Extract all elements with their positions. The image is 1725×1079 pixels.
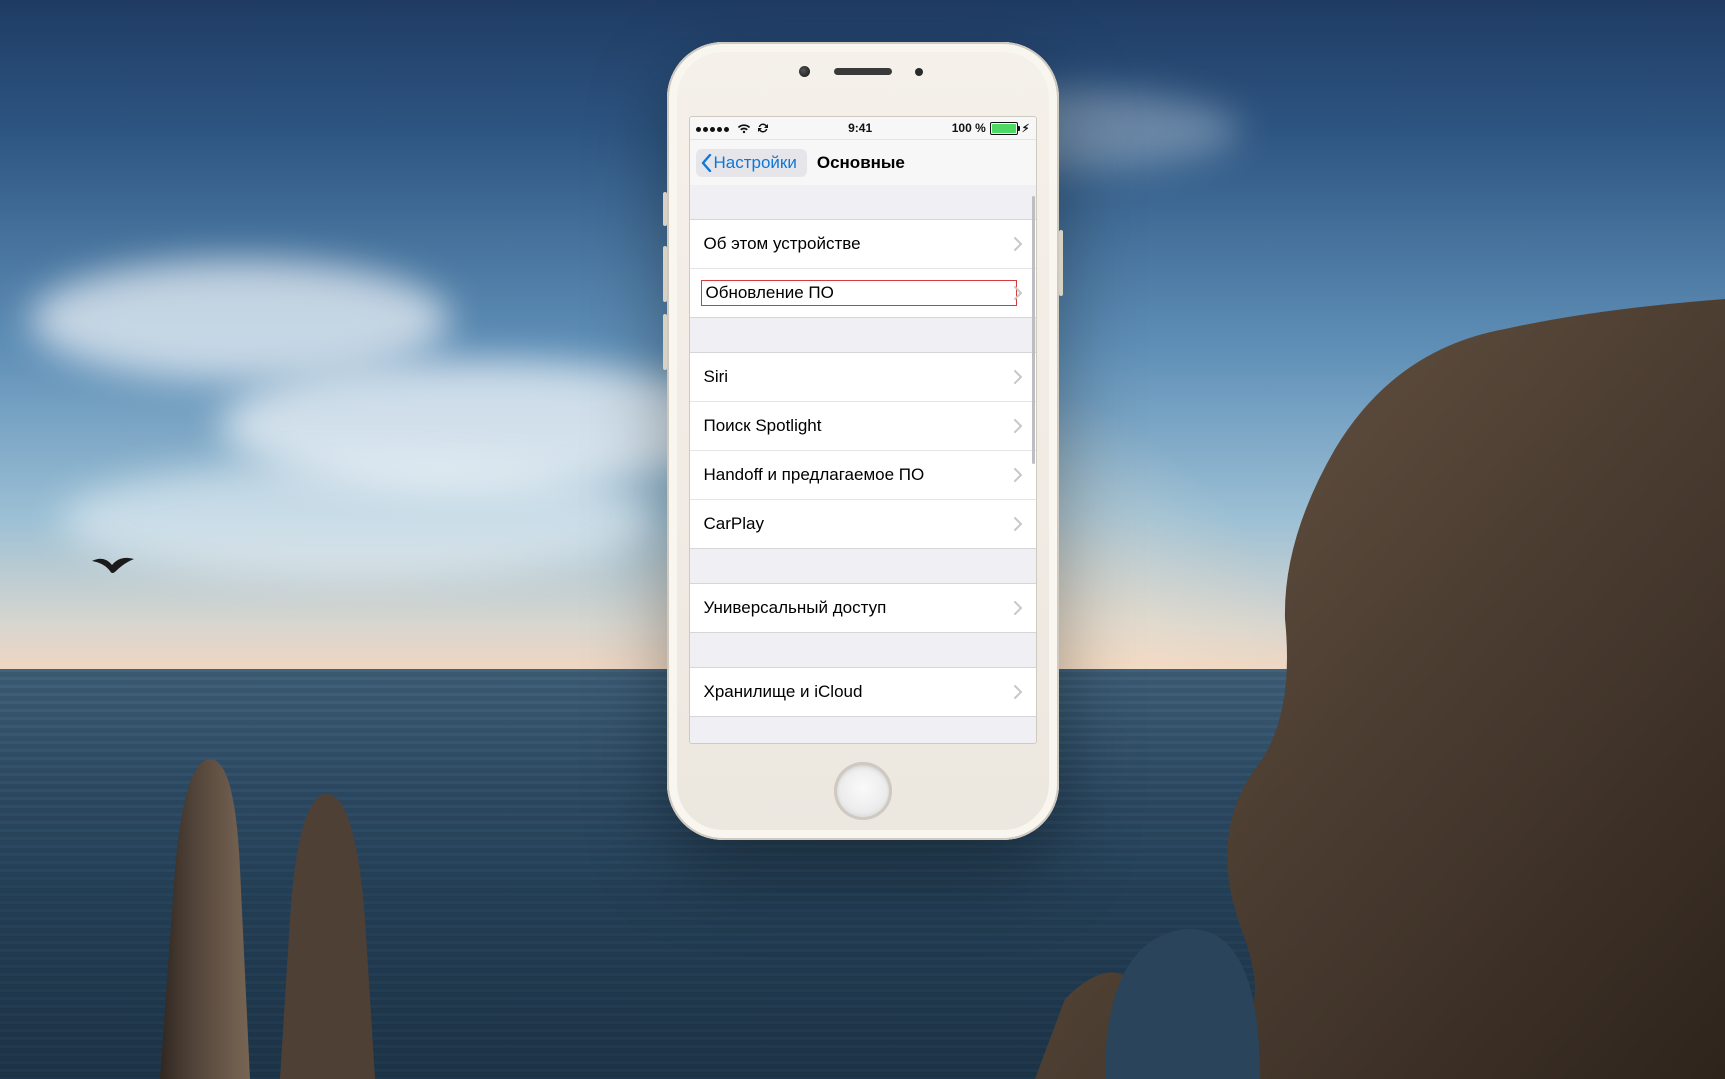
settings-group: Siri Поиск Spotlight Handoff и предлагаемо… [690, 352, 1036, 549]
settings-row-label: CarPlay [704, 514, 1014, 534]
settings-row-label: Поиск Spotlight [704, 416, 1014, 436]
scrollbar-thumb[interactable] [1032, 196, 1035, 464]
chevron-right-icon [1014, 517, 1022, 531]
back-button[interactable]: Настройки [696, 149, 807, 177]
chevron-right-icon [1014, 370, 1022, 384]
settings-row[interactable]: Обновление ПО [690, 268, 1036, 317]
screen: 9:41 100 % ⚡︎ Настройки Основные Об этом… [689, 116, 1037, 744]
battery-percent-label: 100 % [952, 121, 986, 135]
settings-group: Универсальный доступ [690, 583, 1036, 633]
wifi-icon [737, 123, 751, 134]
back-button-label: Настройки [714, 153, 797, 173]
chevron-right-icon [1014, 286, 1022, 300]
wallpaper-rock-left [140, 619, 420, 1079]
wallpaper-cloud [30, 260, 450, 380]
status-bar: 9:41 100 % ⚡︎ [690, 117, 1036, 140]
status-bar-left [696, 121, 769, 135]
charging-icon: ⚡︎ [1022, 122, 1030, 135]
settings-row[interactable]: Handoff и предлагаемое ПО [690, 450, 1036, 499]
settings-row-label: Хранилище и iCloud [704, 682, 1014, 702]
chevron-right-icon [1014, 237, 1022, 251]
settings-row[interactable]: Об этом устройстве [690, 220, 1036, 268]
status-bar-right: 100 % ⚡︎ [952, 121, 1030, 135]
status-bar-time: 9:41 [848, 121, 872, 135]
settings-row[interactable]: Хранилище и iCloud [690, 668, 1036, 716]
syncing-icon [757, 122, 769, 134]
proximity-sensor [915, 68, 923, 76]
settings-row-label: Универсальный доступ [704, 598, 1014, 618]
power-button [1059, 230, 1063, 296]
settings-row[interactable]: Поиск Spotlight [690, 401, 1036, 450]
group-gap [690, 185, 1036, 219]
settings-group: Об этом устройстве Обновление ПО [690, 219, 1036, 318]
mute-switch [663, 192, 667, 226]
settings-group: Хранилище и iCloud [690, 667, 1036, 717]
chevron-right-icon [1014, 685, 1022, 699]
nav-bar: Настройки Основные [690, 140, 1036, 187]
group-gap [690, 633, 1036, 667]
chevron-left-icon [700, 154, 712, 172]
settings-row[interactable]: CarPlay [690, 499, 1036, 548]
volume-down-button [663, 314, 667, 370]
device-frame: 9:41 100 % ⚡︎ Настройки Основные Об этом… [667, 42, 1059, 840]
front-camera [799, 66, 810, 77]
settings-row-label: Handoff и предлагаемое ПО [704, 465, 1014, 485]
chevron-right-icon [1014, 419, 1022, 433]
settings-row-label: Об этом устройстве [704, 234, 1014, 254]
settings-row[interactable]: Универсальный доступ [690, 584, 1036, 632]
settings-row-label: Siri [704, 367, 1014, 387]
wallpaper-rock-right [1035, 299, 1725, 1079]
volume-up-button [663, 246, 667, 302]
chevron-right-icon [1014, 601, 1022, 615]
nav-title: Основные [817, 153, 905, 173]
battery-icon [990, 122, 1018, 135]
settings-content[interactable]: Об этом устройстве Обновление ПО Siri Поиск… [690, 185, 1036, 743]
group-gap [690, 549, 1036, 583]
settings-row[interactable]: Siri [690, 353, 1036, 401]
wallpaper-cloud [60, 460, 660, 580]
earpiece [834, 68, 892, 75]
settings-row-label: Обновление ПО [704, 283, 1014, 303]
cellular-signal-icon [696, 121, 731, 135]
stage: 9:41 100 % ⚡︎ Настройки Основные Об этом… [0, 0, 1725, 1079]
group-gap [690, 318, 1036, 352]
wallpaper-bird [90, 555, 136, 579]
home-button[interactable] [834, 762, 892, 820]
chevron-right-icon [1014, 468, 1022, 482]
scrollbar-vertical[interactable] [1032, 185, 1035, 743]
